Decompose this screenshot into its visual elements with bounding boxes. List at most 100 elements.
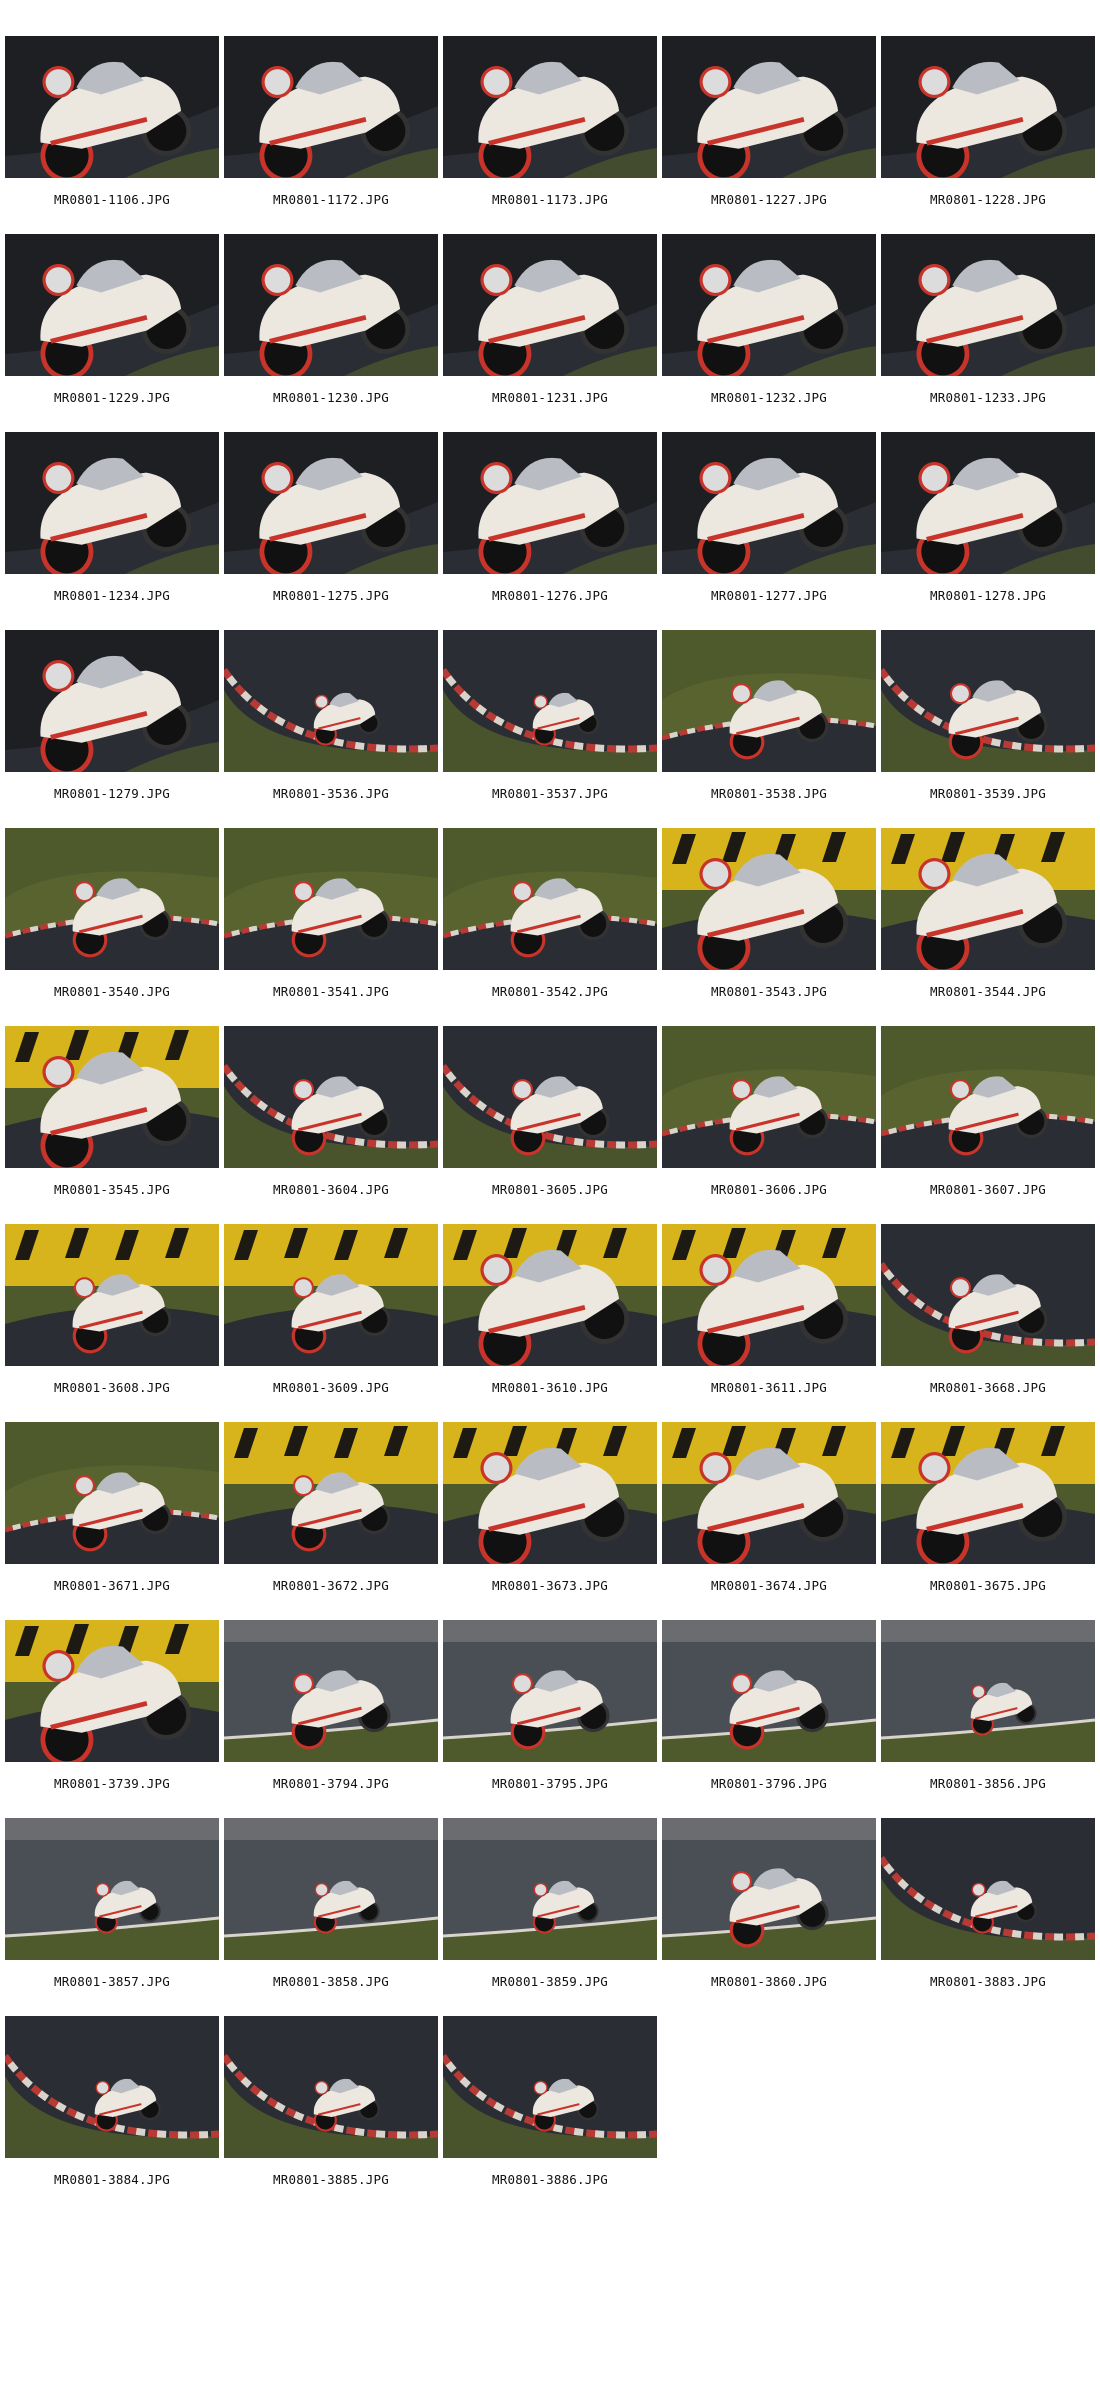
photo-thumbnail[interactable] (662, 1818, 876, 1960)
photo-thumbnail[interactable] (224, 1224, 438, 1366)
photo-cell[interactable]: MR0801-3611.JPG (662, 1224, 876, 1412)
photo-thumbnail[interactable] (443, 630, 657, 772)
photo-thumbnail[interactable] (224, 1422, 438, 1564)
photo-cell[interactable]: MR0801-3608.JPG (5, 1224, 219, 1412)
photo-thumbnail[interactable] (443, 1818, 657, 1960)
photo-thumbnail[interactable] (881, 1026, 1095, 1168)
photo-thumbnail[interactable] (224, 828, 438, 970)
photo-cell[interactable]: MR0801-3605.JPG (443, 1026, 657, 1214)
photo-thumbnail[interactable] (881, 1818, 1095, 1960)
photo-cell[interactable]: MR0801-3609.JPG (224, 1224, 438, 1412)
photo-thumbnail[interactable] (224, 1818, 438, 1960)
photo-cell[interactable]: MR0801-3858.JPG (224, 1818, 438, 2006)
photo-cell[interactable]: MR0801-3885.JPG (224, 2016, 438, 2204)
photo-cell[interactable]: MR0801-3538.JPG (662, 630, 876, 818)
photo-cell[interactable]: MR0801-3606.JPG (662, 1026, 876, 1214)
photo-thumbnail[interactable] (662, 1026, 876, 1168)
photo-thumbnail[interactable] (443, 36, 657, 178)
photo-cell[interactable]: MR0801-3675.JPG (881, 1422, 1095, 1610)
photo-thumbnail[interactable] (5, 1026, 219, 1168)
photo-thumbnail[interactable] (881, 630, 1095, 772)
photo-cell[interactable]: MR0801-3884.JPG (5, 2016, 219, 2204)
photo-thumbnail[interactable] (662, 432, 876, 574)
photo-cell[interactable]: MR0801-3673.JPG (443, 1422, 657, 1610)
photo-cell[interactable]: MR0801-3672.JPG (224, 1422, 438, 1610)
photo-cell[interactable]: MR0801-3545.JPG (5, 1026, 219, 1214)
photo-thumbnail[interactable] (662, 234, 876, 376)
photo-thumbnail[interactable] (224, 234, 438, 376)
photo-cell[interactable]: MR0801-3739.JPG (5, 1620, 219, 1808)
photo-thumbnail[interactable] (662, 1224, 876, 1366)
photo-thumbnail[interactable] (5, 1620, 219, 1762)
photo-cell[interactable]: MR0801-3544.JPG (881, 828, 1095, 1016)
photo-thumbnail[interactable] (443, 2016, 657, 2158)
photo-thumbnail[interactable] (224, 432, 438, 574)
photo-thumbnail[interactable] (224, 36, 438, 178)
photo-cell[interactable]: MR0801-3539.JPG (881, 630, 1095, 818)
photo-thumbnail[interactable] (881, 36, 1095, 178)
photo-thumbnail[interactable] (662, 1422, 876, 1564)
photo-cell[interactable]: MR0801-3857.JPG (5, 1818, 219, 2006)
photo-thumbnail[interactable] (5, 1818, 219, 1960)
photo-thumbnail[interactable] (662, 1620, 876, 1762)
photo-cell[interactable]: MR0801-3860.JPG (662, 1818, 876, 2006)
photo-thumbnail[interactable] (5, 36, 219, 178)
photo-thumbnail[interactable] (5, 234, 219, 376)
photo-thumbnail[interactable] (443, 1620, 657, 1762)
photo-cell[interactable]: MR0801-3883.JPG (881, 1818, 1095, 2006)
photo-cell[interactable]: MR0801-3541.JPG (224, 828, 438, 1016)
photo-thumbnail[interactable] (5, 2016, 219, 2158)
photo-cell[interactable]: MR0801-1233.JPG (881, 234, 1095, 422)
photo-thumbnail[interactable] (881, 1224, 1095, 1366)
photo-cell[interactable]: MR0801-1227.JPG (662, 36, 876, 224)
photo-cell[interactable]: MR0801-3856.JPG (881, 1620, 1095, 1808)
photo-cell[interactable]: MR0801-1229.JPG (5, 234, 219, 422)
photo-thumbnail[interactable] (881, 828, 1095, 970)
photo-thumbnail[interactable] (224, 1620, 438, 1762)
photo-thumbnail[interactable] (5, 432, 219, 574)
photo-thumbnail[interactable] (443, 828, 657, 970)
photo-cell[interactable]: MR0801-3668.JPG (881, 1224, 1095, 1412)
photo-thumbnail[interactable] (224, 630, 438, 772)
photo-cell[interactable]: MR0801-3674.JPG (662, 1422, 876, 1610)
photo-cell[interactable]: MR0801-3542.JPG (443, 828, 657, 1016)
photo-cell[interactable]: MR0801-1234.JPG (5, 432, 219, 620)
photo-thumbnail[interactable] (5, 630, 219, 772)
photo-cell[interactable]: MR0801-1173.JPG (443, 36, 657, 224)
photo-cell[interactable]: MR0801-3671.JPG (5, 1422, 219, 1610)
photo-cell[interactable]: MR0801-1276.JPG (443, 432, 657, 620)
photo-cell[interactable]: MR0801-1230.JPG (224, 234, 438, 422)
photo-cell[interactable]: MR0801-3796.JPG (662, 1620, 876, 1808)
photo-thumbnail[interactable] (881, 1620, 1095, 1762)
photo-cell[interactable]: MR0801-1278.JPG (881, 432, 1095, 620)
photo-cell[interactable]: MR0801-1279.JPG (5, 630, 219, 818)
photo-cell[interactable]: MR0801-3610.JPG (443, 1224, 657, 1412)
photo-thumbnail[interactable] (224, 2016, 438, 2158)
photo-thumbnail[interactable] (881, 1422, 1095, 1564)
photo-cell[interactable]: MR0801-3604.JPG (224, 1026, 438, 1214)
photo-thumbnail[interactable] (443, 1224, 657, 1366)
photo-thumbnail[interactable] (5, 1224, 219, 1366)
photo-cell[interactable]: MR0801-1231.JPG (443, 234, 657, 422)
photo-cell[interactable]: MR0801-1277.JPG (662, 432, 876, 620)
photo-cell[interactable]: MR0801-3537.JPG (443, 630, 657, 818)
photo-cell[interactable]: MR0801-3543.JPG (662, 828, 876, 1016)
photo-cell[interactable]: MR0801-1228.JPG (881, 36, 1095, 224)
photo-thumbnail[interactable] (224, 1026, 438, 1168)
photo-thumbnail[interactable] (443, 1422, 657, 1564)
photo-cell[interactable]: MR0801-3795.JPG (443, 1620, 657, 1808)
photo-thumbnail[interactable] (881, 234, 1095, 376)
photo-cell[interactable]: MR0801-3859.JPG (443, 1818, 657, 2006)
photo-thumbnail[interactable] (443, 1026, 657, 1168)
photo-thumbnail[interactable] (881, 432, 1095, 574)
photo-cell[interactable]: MR0801-3540.JPG (5, 828, 219, 1016)
photo-thumbnail[interactable] (662, 630, 876, 772)
photo-thumbnail[interactable] (662, 828, 876, 970)
photo-thumbnail[interactable] (5, 828, 219, 970)
photo-thumbnail[interactable] (5, 1422, 219, 1564)
photo-thumbnail[interactable] (662, 36, 876, 178)
photo-cell[interactable]: MR0801-3886.JPG (443, 2016, 657, 2204)
photo-cell[interactable]: MR0801-3536.JPG (224, 630, 438, 818)
photo-thumbnail[interactable] (443, 234, 657, 376)
photo-cell[interactable]: MR0801-3607.JPG (881, 1026, 1095, 1214)
